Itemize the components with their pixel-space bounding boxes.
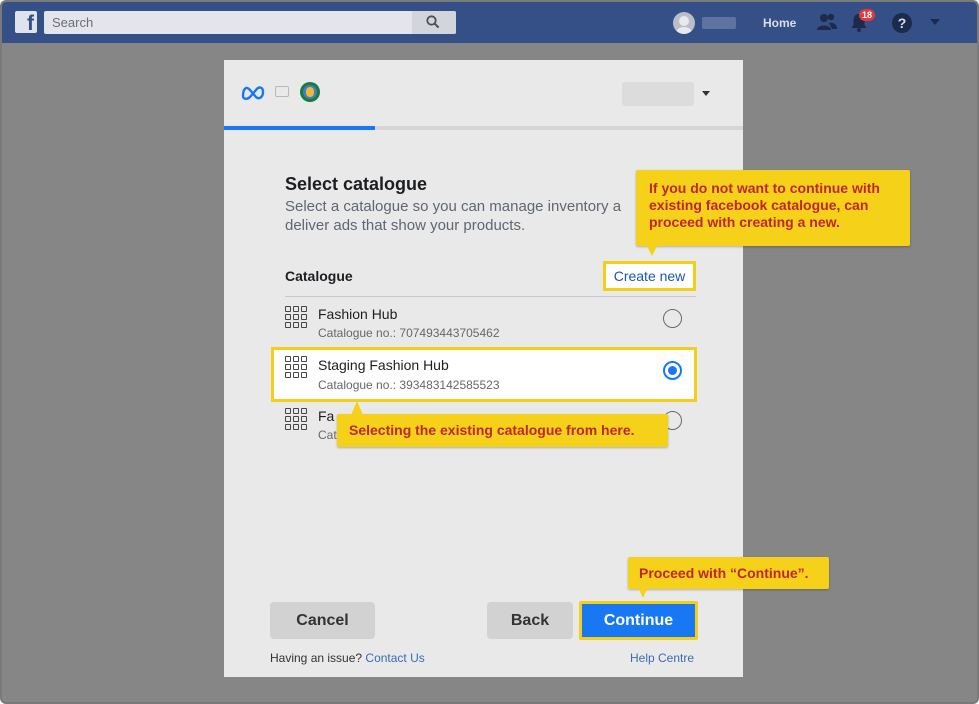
search-icon bbox=[426, 15, 440, 29]
facebook-logo-icon[interactable]: f bbox=[15, 11, 37, 33]
header-divider bbox=[285, 296, 696, 297]
screenshot-frame: f Search Home 18 ? Select catalogue Sele… bbox=[0, 0, 979, 704]
catalogue-name: Fa bbox=[318, 408, 335, 424]
contact-us-link[interactable]: Contact Us bbox=[365, 651, 424, 665]
friends-icon[interactable] bbox=[816, 13, 838, 31]
cancel-button[interactable]: Cancel bbox=[270, 602, 375, 639]
connection-link-icon bbox=[275, 86, 289, 97]
notification-count-badge: 18 bbox=[859, 9, 876, 21]
callout-text: Proceed with “Continue”. bbox=[639, 565, 809, 581]
callout-pointer bbox=[646, 244, 658, 256]
select-catalogue-annotation-callout: Selecting the existing catalogue from he… bbox=[337, 401, 668, 447]
catalogue-radio-button-selected[interactable] bbox=[663, 361, 682, 380]
business-account-selector-redacted[interactable] bbox=[622, 82, 694, 106]
setup-progress-bar bbox=[224, 126, 743, 130]
issue-label: Having an issue? bbox=[270, 651, 363, 665]
chevron-down-icon[interactable] bbox=[702, 91, 710, 96]
profile-avatar[interactable] bbox=[673, 12, 695, 34]
continue-annotation-callout: Proceed with “Continue”. bbox=[628, 557, 829, 598]
search-input[interactable]: Search bbox=[52, 15, 93, 30]
catalogue-grid-icon bbox=[285, 408, 307, 430]
catalogue-number: Catalogue no.: 393483142585523 bbox=[318, 378, 500, 392]
profile-name-redacted[interactable] bbox=[702, 17, 736, 29]
dialog-title: Select catalogue bbox=[285, 174, 428, 194]
help-centre-link[interactable]: Help Centre bbox=[630, 651, 694, 665]
search-bar[interactable]: Search bbox=[44, 11, 456, 34]
dialog-description: Select a catalogue so you can manage inv… bbox=[285, 198, 622, 234]
account-menu-caret-icon[interactable] bbox=[930, 19, 940, 25]
callout-text: Selecting the existing catalogue from he… bbox=[349, 422, 635, 438]
catalogue-list-item-selected[interactable]: Staging Fashion Hub Catalogue no.: 39348… bbox=[271, 347, 697, 402]
create-new-catalogue-link[interactable]: Create new bbox=[603, 261, 696, 291]
top-navigation-bar: f Search Home 18 ? bbox=[2, 2, 977, 43]
catalogue-number: Cat bbox=[318, 428, 337, 442]
catalogue-number: Catalogue no.: 707493443705462 bbox=[318, 326, 500, 340]
home-link[interactable]: Home bbox=[763, 16, 796, 30]
dialog-header bbox=[224, 60, 743, 130]
help-icon[interactable]: ? bbox=[892, 13, 912, 33]
callout-pointer bbox=[351, 401, 363, 415]
back-button[interactable]: Back bbox=[487, 602, 573, 639]
callout-pointer bbox=[638, 587, 648, 598]
callout-text: If you do not want to continue with exis… bbox=[649, 180, 880, 230]
meta-logo-icon bbox=[241, 86, 265, 100]
catalogue-grid-icon bbox=[285, 356, 307, 378]
catalogue-column-header: Catalogue bbox=[285, 268, 353, 284]
footer-issue-text: Having an issue? Contact Us bbox=[270, 651, 425, 665]
shop-brand-logo-icon bbox=[300, 82, 320, 102]
continue-button[interactable]: Continue bbox=[579, 601, 698, 640]
catalogue-radio-button[interactable] bbox=[663, 309, 682, 328]
catalogue-name: Fashion Hub bbox=[318, 306, 398, 322]
setup-progress-fill bbox=[224, 126, 375, 130]
create-new-annotation-callout: If you do not want to continue with exis… bbox=[636, 170, 910, 256]
search-button[interactable] bbox=[412, 11, 456, 34]
catalogue-grid-icon bbox=[285, 306, 307, 328]
catalogue-name: Staging Fashion Hub bbox=[318, 357, 449, 373]
